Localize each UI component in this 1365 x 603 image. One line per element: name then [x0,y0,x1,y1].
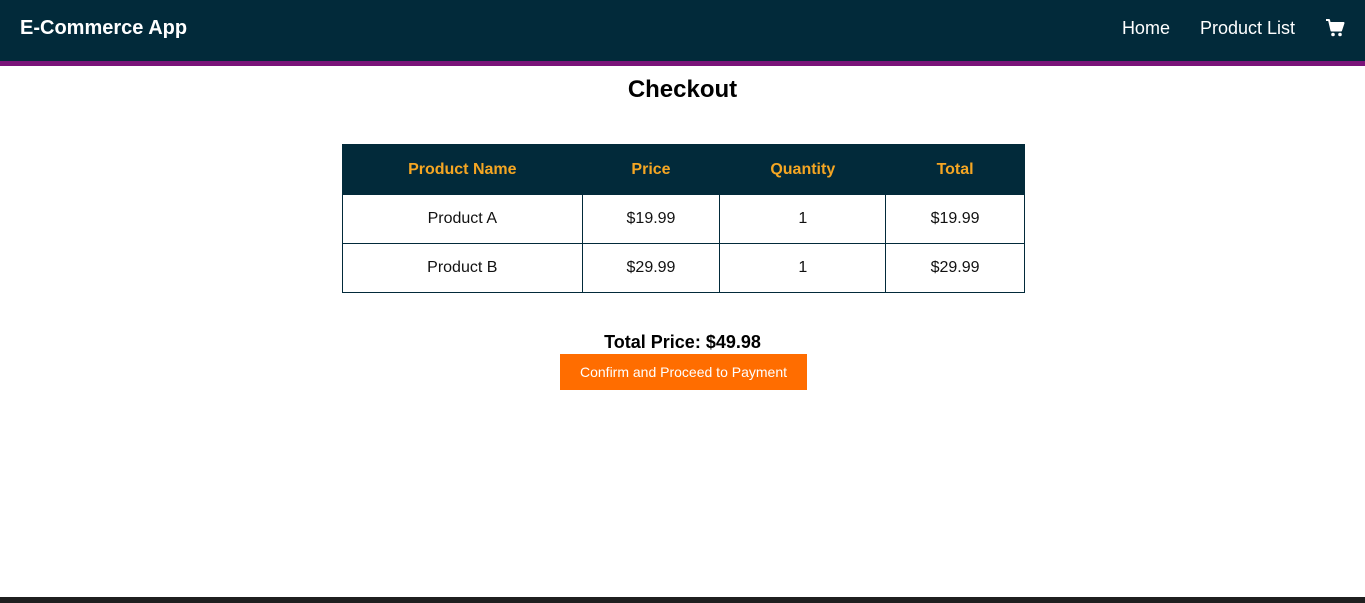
table-row: Product A $19.99 1 $19.99 [342,194,1025,244]
page-title: Checkout [627,76,738,103]
nav-links: Home Product List [1092,16,1345,40]
cell-total: $29.99 [885,243,1025,293]
column-header-product-name: Product Name [342,144,583,195]
confirm-payment-button[interactable]: Confirm and Proceed to Payment [560,354,807,390]
cell-price: $19.99 [581,194,721,244]
nav-product-list-link[interactable]: Product List [1200,18,1295,39]
brand-logo[interactable]: E-Commerce App [20,16,187,40]
cell-quantity: 1 [719,243,887,293]
checkout-table: Product Name Price Quantity Total Produc… [342,144,1025,293]
footer-strip [0,597,1365,603]
table-row: Product B $29.99 1 $29.99 [342,243,1025,293]
shopping-cart-icon[interactable] [1325,18,1345,38]
cell-product-name: Product A [342,194,583,244]
table-header-row: Product Name Price Quantity Total [342,144,1025,195]
column-header-total: Total [885,144,1025,195]
nav-home-link[interactable]: Home [1122,18,1170,39]
cell-quantity: 1 [719,194,887,244]
cell-total: $19.99 [885,194,1025,244]
cell-price: $29.99 [581,243,721,293]
total-price: Total Price: $49.98 [604,332,761,352]
column-header-price: Price [581,144,721,195]
column-header-quantity: Quantity [719,144,887,195]
navbar: E-Commerce App Home Product List [0,0,1365,66]
cell-product-name: Product B [342,243,583,293]
